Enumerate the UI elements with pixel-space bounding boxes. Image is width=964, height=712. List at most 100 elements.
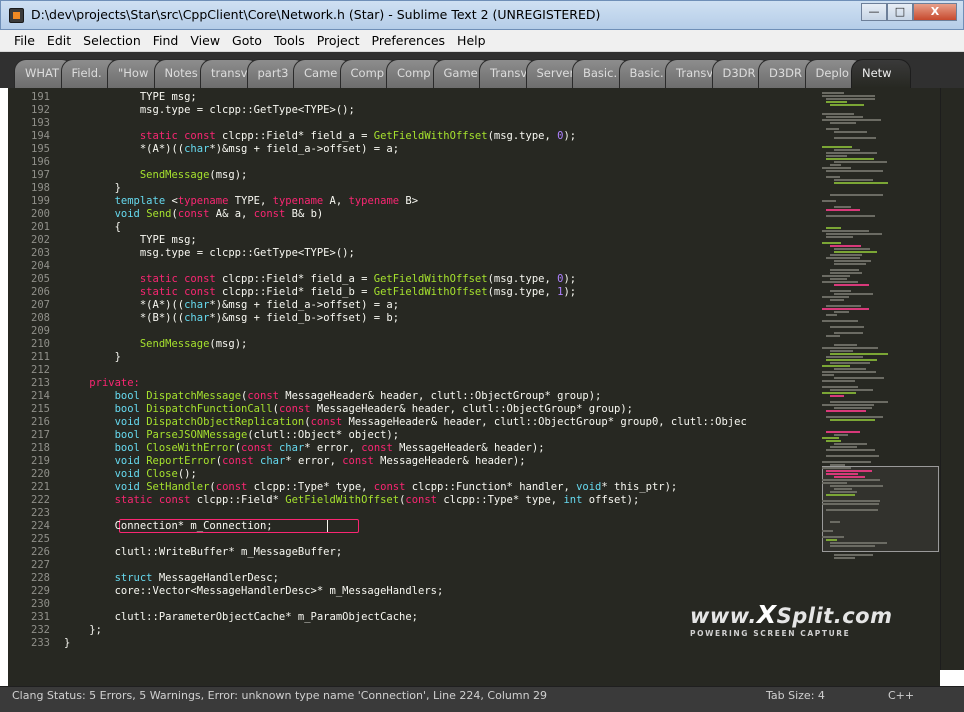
line-number: 203 bbox=[31, 247, 50, 259]
code-line: clutl::ParameterObjectCache* m_ParamObje… bbox=[64, 611, 419, 623]
minimap-line bbox=[830, 542, 887, 544]
minimap-line bbox=[826, 539, 837, 541]
line-number: 192 bbox=[31, 104, 50, 116]
line-number: 233 bbox=[31, 637, 50, 649]
tab-18[interactable]: Netw bbox=[851, 59, 911, 88]
menu-file[interactable]: File bbox=[8, 30, 41, 51]
code-line: msg.type = clcpp::GetType<TYPE>(); bbox=[64, 104, 355, 116]
minimap-line bbox=[834, 377, 884, 379]
minimap-line bbox=[830, 545, 875, 547]
close-button[interactable]: X bbox=[913, 3, 957, 21]
minimap-line bbox=[826, 455, 879, 457]
minimap-line bbox=[826, 356, 863, 358]
line-number: 196 bbox=[31, 156, 50, 168]
maximize-button[interactable]: □ bbox=[887, 3, 913, 21]
minimap-line bbox=[830, 326, 864, 328]
minimap-line bbox=[822, 113, 854, 115]
code-line: msg.type = clcpp::GetType<TYPE>(); bbox=[64, 247, 355, 259]
menu-selection[interactable]: Selection bbox=[77, 30, 147, 51]
minimap-line bbox=[822, 374, 834, 376]
minimap-line bbox=[826, 128, 839, 130]
minimap-line bbox=[826, 152, 877, 154]
code-editor[interactable]: 191 192 193 194 195 196 197 198 199 200 201 202 203 2… bbox=[8, 88, 940, 670]
line-number: 207 bbox=[31, 299, 50, 311]
line-number: 209 bbox=[31, 325, 50, 337]
menu-find[interactable]: Find bbox=[147, 30, 185, 51]
minimap-line bbox=[834, 488, 852, 490]
code-line: bool DispatchFunctionCall(const MessageH… bbox=[114, 403, 633, 415]
minimap-line bbox=[830, 254, 862, 256]
code-line: TYPE msg; bbox=[64, 234, 197, 246]
minimap-line bbox=[830, 521, 840, 523]
minimap[interactable] bbox=[819, 88, 940, 670]
code-line: struct MessageHandlerDesc; bbox=[114, 572, 279, 584]
minimap-line bbox=[822, 92, 844, 94]
minimap-line bbox=[830, 353, 888, 355]
code-area[interactable]: TYPE msg; msg.type = clcpp::GetType<TYPE… bbox=[64, 88, 819, 670]
minimap-line bbox=[822, 296, 849, 298]
minimap-line bbox=[826, 209, 860, 211]
minimap-line bbox=[826, 170, 883, 172]
minimap-line bbox=[830, 290, 851, 292]
minimap-line bbox=[822, 461, 871, 463]
line-number: 208 bbox=[31, 312, 50, 324]
minimap-line bbox=[826, 470, 872, 472]
line-number: 212 bbox=[31, 364, 50, 376]
minimap-line bbox=[834, 293, 873, 295]
minimap-line bbox=[822, 392, 856, 394]
sublime-app-icon bbox=[9, 8, 24, 23]
code-line: *(A*)((char*)&msg + field_a->offset) = a… bbox=[64, 143, 400, 155]
minimap-line bbox=[826, 473, 858, 475]
minimap-line bbox=[826, 227, 841, 229]
minimap-line bbox=[834, 557, 855, 559]
minimap-line bbox=[826, 509, 878, 511]
title-bar[interactable]: D:\dev\projects\Star\src\CppClient\Core\… bbox=[0, 0, 964, 30]
minimap-line bbox=[822, 371, 876, 373]
line-number: 214 bbox=[31, 390, 50, 402]
minimap-line bbox=[822, 479, 880, 481]
minimap-line bbox=[822, 320, 858, 322]
code-line: TYPE msg; bbox=[64, 91, 197, 103]
minimap-line bbox=[830, 278, 847, 280]
code-line: } bbox=[64, 351, 121, 363]
line-number: 197 bbox=[31, 169, 50, 181]
line-number: 229 bbox=[31, 585, 50, 597]
status-bar: Clang Status: 5 Errors, 5 Warnings, Erro… bbox=[0, 686, 964, 712]
minimap-line bbox=[830, 299, 844, 301]
menu-view[interactable]: View bbox=[184, 30, 226, 51]
minimap-line bbox=[830, 104, 864, 106]
line-number: 201 bbox=[31, 221, 50, 233]
menu-goto[interactable]: Goto bbox=[226, 30, 268, 51]
line-number: 232 bbox=[31, 624, 50, 636]
minimap-line bbox=[830, 491, 857, 493]
menu-bar: File Edit Selection Find View Goto Tools… bbox=[0, 30, 964, 52]
menu-edit[interactable]: Edit bbox=[41, 30, 77, 51]
minimap-line bbox=[830, 194, 883, 196]
syntax-indicator[interactable]: C++ bbox=[888, 689, 914, 702]
code-line: { bbox=[64, 221, 121, 233]
line-number: 226 bbox=[31, 546, 50, 558]
minimap-line bbox=[826, 359, 877, 361]
minimap-line bbox=[834, 263, 866, 265]
minimap-line bbox=[830, 272, 862, 274]
tab-size-indicator[interactable]: Tab Size: 4 bbox=[766, 689, 825, 702]
horizontal-scrollbar[interactable] bbox=[8, 670, 940, 686]
menu-tools[interactable]: Tools bbox=[268, 30, 311, 51]
minimap-line bbox=[830, 419, 875, 421]
menu-help[interactable]: Help bbox=[451, 30, 492, 51]
line-number: 219 bbox=[31, 455, 50, 467]
minimap-line bbox=[822, 380, 855, 382]
minimize-button[interactable]: — bbox=[861, 3, 887, 21]
minimap-line bbox=[826, 335, 840, 337]
minimap-line bbox=[826, 410, 866, 412]
line-number: 198 bbox=[31, 182, 50, 194]
vertical-scrollbar[interactable] bbox=[940, 88, 964, 670]
code-line: } bbox=[64, 637, 71, 649]
line-number: 202 bbox=[31, 234, 50, 246]
code-line: void ReportError(const char* error, cons… bbox=[114, 455, 526, 467]
line-number-gutter: 191 192 193 194 195 196 197 198 199 200 201 202 203 2… bbox=[8, 88, 50, 670]
menu-preferences[interactable]: Preferences bbox=[366, 30, 452, 51]
minimap-line bbox=[822, 530, 833, 532]
menu-project[interactable]: Project bbox=[311, 30, 366, 51]
clang-status-text: Clang Status: 5 Errors, 5 Warnings, Erro… bbox=[12, 689, 548, 702]
